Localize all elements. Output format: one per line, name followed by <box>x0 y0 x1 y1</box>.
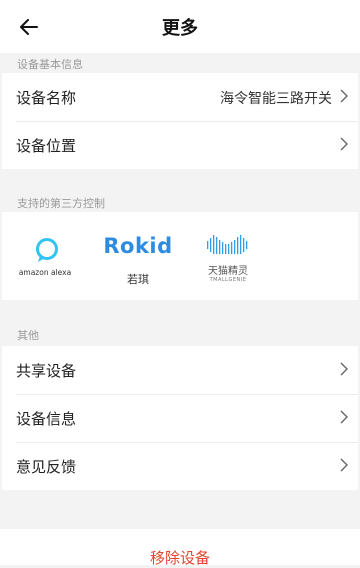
brand-rokid[interactable]: Rokid 若琪 <box>98 212 178 312</box>
brand-tmall-genie[interactable]: 天猫精灵 TMALLGENIE <box>188 212 268 312</box>
chevron-right-icon <box>340 362 348 376</box>
section-title-basic-info: 设备基本信息 <box>17 58 83 71</box>
chevron-right-icon <box>340 89 348 103</box>
footer-bar: 移除设备 <box>0 529 360 567</box>
feedback-label: 意见反馈 <box>16 458 77 476</box>
device-info-label: 设备信息 <box>16 410 77 428</box>
brand-alexa[interactable]: amazon alexa <box>5 212 85 312</box>
chevron-right-icon <box>340 458 348 472</box>
chevron-right-icon <box>340 137 348 151</box>
basic-info-card: 设备名称 海令智能三路开关 设备位置 <box>2 73 358 169</box>
alexa-icon <box>36 238 58 262</box>
device-location-row[interactable]: 设备位置 <box>2 121 358 169</box>
share-device-label: 共享设备 <box>16 362 77 380</box>
device-location-label: 设备位置 <box>16 137 77 155</box>
feedback-row[interactable]: 意见反馈 <box>2 442 358 490</box>
others-card: 共享设备 设备信息 意见反馈 <box>2 346 358 490</box>
rokid-logo: Rokid <box>103 234 173 258</box>
brand-rokid-label: 若琪 <box>127 273 149 286</box>
tmall-genie-logo <box>207 235 248 254</box>
device-name-label: 设备名称 <box>16 89 77 107</box>
brand-alexa-label: amazon alexa <box>18 268 72 277</box>
section-title-third-party: 支持的第三方控制 <box>17 197 105 210</box>
chevron-right-icon <box>340 410 348 424</box>
brand-tmall-label: 天猫精灵 <box>208 266 248 277</box>
brand-tmall-sublabel: TMALLGENIE <box>209 277 247 283</box>
page-title: 更多 <box>162 18 198 39</box>
third-party-card: amazon alexa Rokid 若琪 天猫精灵 TMALLGENIE <box>2 212 358 300</box>
share-device-row[interactable]: 共享设备 <box>2 346 358 394</box>
device-name-row[interactable]: 设备名称 海令智能三路开关 <box>2 73 358 121</box>
device-info-row[interactable]: 设备信息 <box>2 394 358 442</box>
device-name-value: 海令智能三路开关 <box>220 91 332 107</box>
app-header: 更多 <box>0 0 360 53</box>
section-title-others: 其他 <box>17 329 39 342</box>
